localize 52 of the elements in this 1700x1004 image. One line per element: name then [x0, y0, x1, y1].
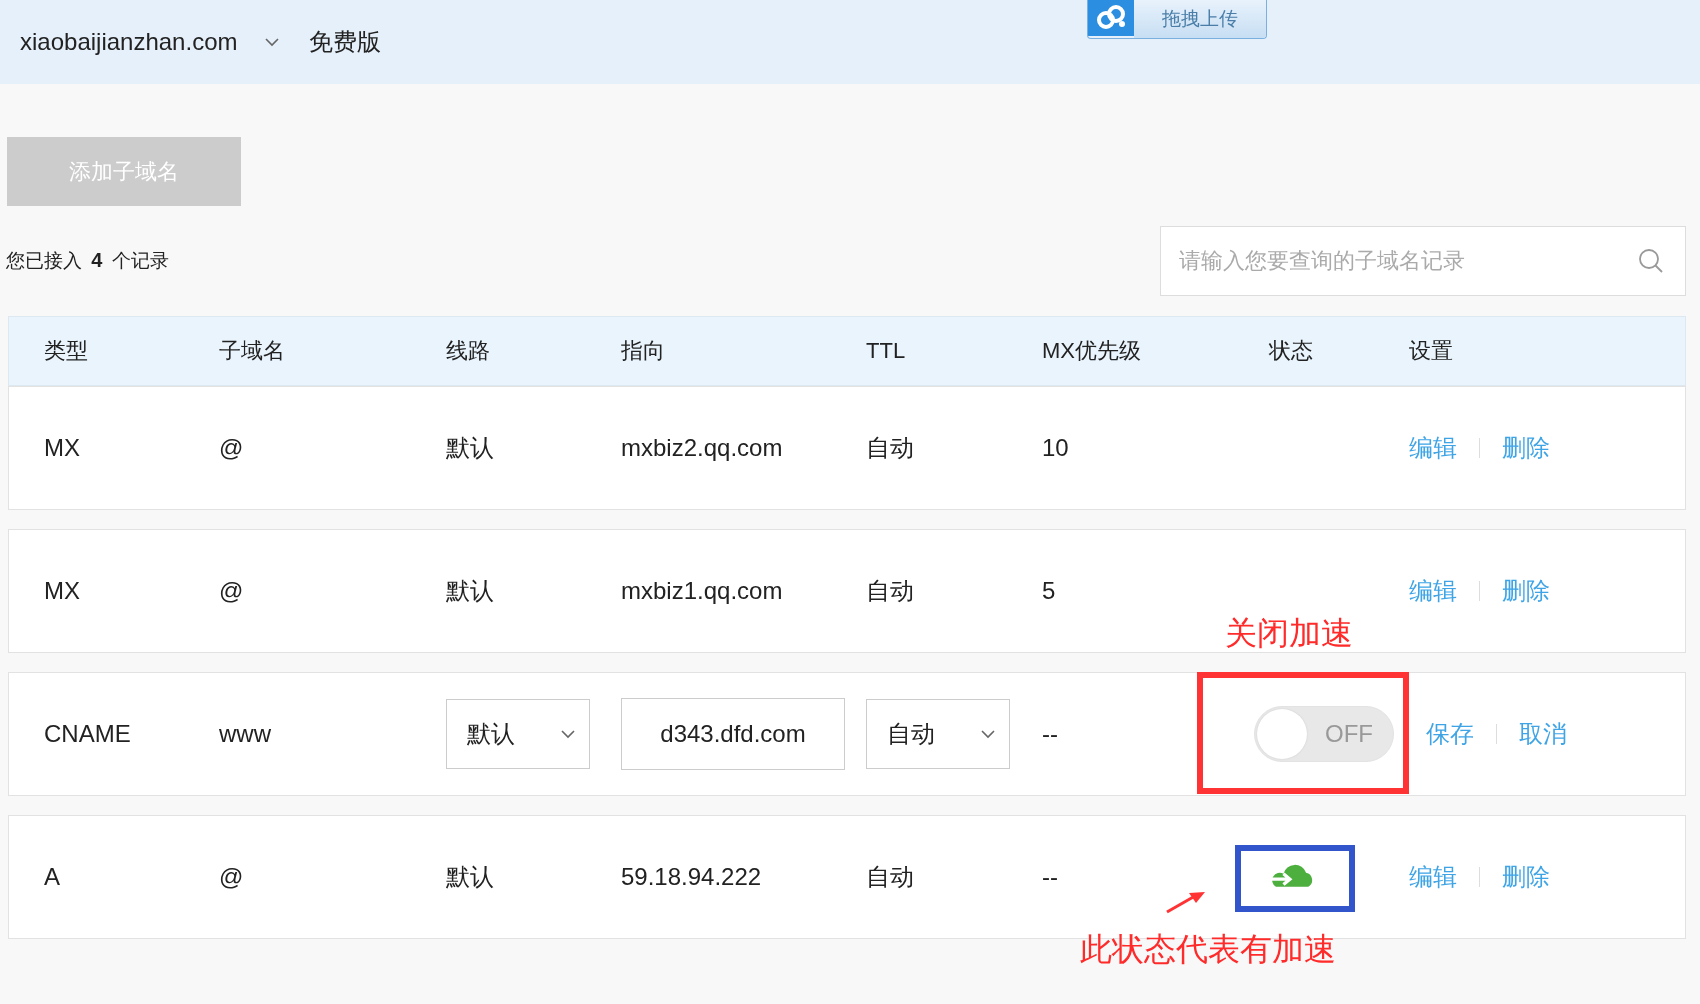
action-link[interactable]: 编辑	[1409, 432, 1457, 464]
table-cell-text: MX	[44, 434, 81, 462]
action-link[interactable]: 删除	[1502, 432, 1550, 464]
table-cell-text: 自动	[866, 433, 915, 463]
arrow	[1165, 890, 1207, 914]
column-header: 子域名	[219, 337, 286, 365]
table-cell-text: 默认	[446, 862, 495, 892]
plan-label: 免费版	[309, 27, 382, 57]
action-link[interactable]: 保存	[1426, 718, 1474, 750]
action-link[interactable]: 编辑	[1409, 575, 1457, 607]
table-cell-text: 5	[1042, 577, 1057, 605]
annotation-text: 此状态代表有加速	[1080, 929, 1336, 970]
table-cell-text: --	[1042, 720, 1059, 748]
table-cell-text: @	[219, 863, 245, 891]
search-field[interactable]: 请输入您要查询的子域名记录	[1160, 226, 1686, 296]
table-cell-text: 59.18.94.222	[621, 863, 763, 891]
line-dropdown[interactable]: 默认	[446, 699, 590, 769]
action-link[interactable]: 删除	[1502, 575, 1550, 607]
table-cell-text: 默认	[446, 576, 495, 606]
action-link[interactable]: 删除	[1502, 861, 1550, 893]
table-cell-text: CNAME	[44, 720, 132, 748]
table-cell-text: mxbiz1.qq.com	[621, 577, 784, 605]
table-cell-text: MX	[44, 577, 81, 605]
table-cell-text: --	[1042, 863, 1059, 891]
table-cell-text: 默认	[446, 433, 495, 463]
domain-dropdown[interactable]: xiaobaijianzhan.com	[20, 28, 282, 56]
record-count-text: 您已接入 4 个记录	[6, 248, 169, 273]
table-cell-text: @	[219, 577, 245, 605]
action-link[interactable]: 编辑	[1409, 861, 1457, 893]
chevron-down-icon	[979, 727, 997, 741]
column-header: 状态	[1269, 337, 1314, 365]
table-cell-text: @	[219, 434, 245, 462]
annotation-text: 关闭加速	[1225, 613, 1353, 654]
chevron-down-icon	[559, 727, 577, 741]
column-header: 设置	[1409, 337, 1454, 365]
table-cell-text: 自动	[866, 576, 915, 606]
table-cell-text: 10	[1042, 434, 1070, 462]
column-header: 类型	[44, 337, 89, 365]
target-input[interactable]: d343.dfd.com	[621, 698, 845, 770]
table-cell-text: A	[44, 863, 61, 891]
table-cell-text: 自动	[866, 862, 915, 892]
acceleration-toggle[interactable]: OFF	[1254, 706, 1394, 762]
search-icon	[1638, 248, 1664, 274]
column-header: 指向	[621, 337, 666, 365]
chevron-down-icon	[263, 35, 282, 49]
table-cell-text: mxbiz2.qq.com	[621, 434, 784, 462]
action-link[interactable]: 取消	[1519, 718, 1567, 750]
ttl-dropdown[interactable]: 自动	[866, 699, 1010, 769]
table-cell-text: www	[219, 720, 272, 748]
column-header: MX优先级	[1042, 337, 1142, 365]
column-header: TTL	[866, 338, 907, 364]
column-header: 线路	[446, 337, 491, 365]
